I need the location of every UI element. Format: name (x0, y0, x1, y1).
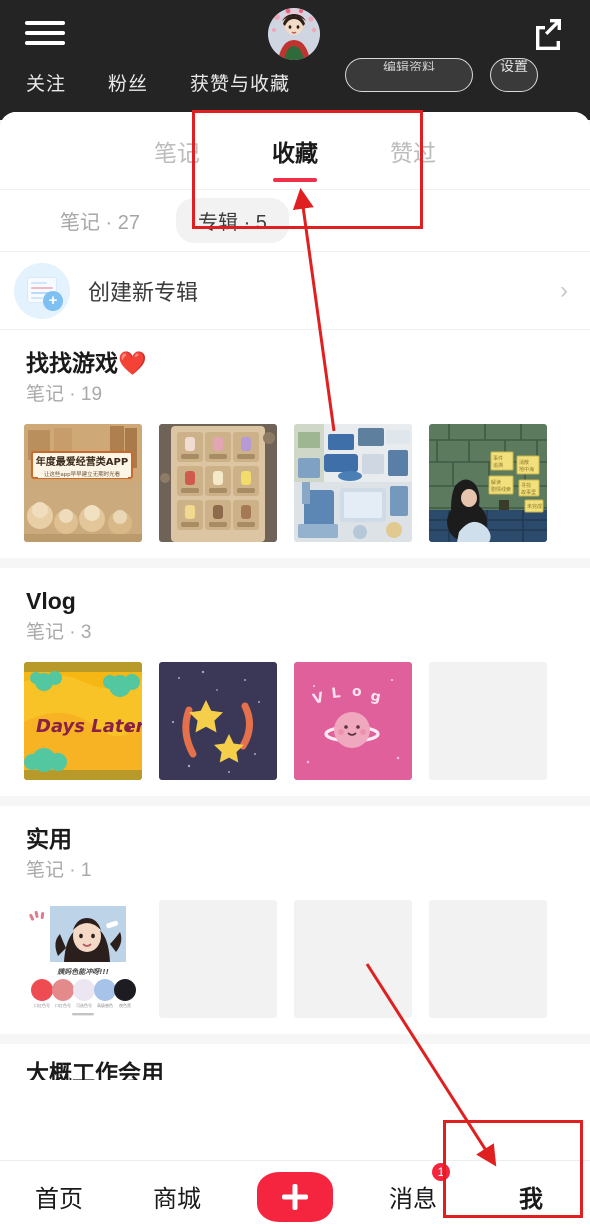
arrow-to-me-tab (365, 963, 497, 1167)
arrow-to-collection-tab (292, 187, 336, 432)
app-root: 关注 粉丝 获赞与收藏 编辑资料 设置 笔记 收藏 赞过 笔记 · 27 专辑 … (0, 0, 590, 1232)
annotation-arrows (292, 187, 497, 1167)
